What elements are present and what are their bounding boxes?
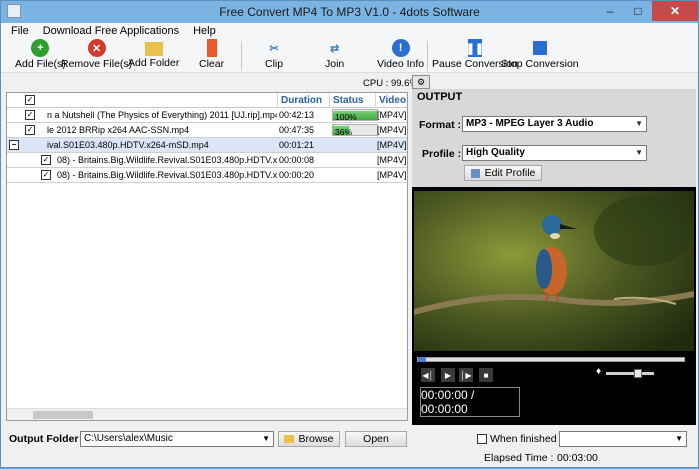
grid-header: ✓ Duration Status Video Fo [7,93,407,108]
profile-label: Profile : [422,148,462,160]
pause-icon: ❚❚ [466,39,484,57]
remove-icon: ✕ [87,39,106,57]
format-label: Format : [419,119,461,131]
col-status[interactable]: Status [329,93,375,108]
video-preview [414,191,694,351]
remove-files-button[interactable]: ✕ Remove File(s) [61,39,132,70]
select-all-checkbox[interactable]: ✓ [25,95,35,105]
when-finished-checkbox[interactable] [477,434,487,444]
elapsed-time-label: Elapsed Time : [484,452,554,464]
table-row[interactable]: ✓ 08) - Britains.Big.Wildlife.Revival.S0… [7,153,407,168]
seek-thumb[interactable] [418,357,426,362]
minimize-button[interactable]: – [596,1,624,21]
close-button[interactable]: ✕ [652,1,698,21]
edit-icon [470,168,480,178]
previous-frame-icon[interactable]: ◀│ [421,368,435,382]
seek-bar[interactable] [417,357,685,362]
folder-icon [284,435,295,443]
profile-select[interactable]: High Quality ▼ [462,145,647,161]
maximize-button[interactable]: □ [624,1,652,21]
collapse-toggle[interactable]: − [9,140,19,150]
add-folder-button[interactable]: Add Folder [128,39,179,69]
when-finished-label: When finished : [490,433,563,445]
add-files-button[interactable]: + Add File(s) [15,39,66,70]
row-checkbox[interactable]: ✓ [25,125,35,135]
progress-bar: 36% [332,124,378,136]
menu-download-free-applications[interactable]: Download Free Applications [43,25,179,37]
row-checkbox[interactable]: ✓ [41,170,51,180]
add-icon: + [31,39,50,57]
title-bar: Free Convert MP4 To MP3 V1.0 - 4dots Sof… [1,1,698,23]
output-folder-input[interactable]: C:\Users\alex\Music ▼ [80,431,274,447]
chevron-down-icon: ▼ [635,119,643,128]
main-window: Free Convert MP4 To MP3 V1.0 - 4dots Sof… [0,0,699,468]
table-row[interactable]: ✓ n a Nutshell (The Physics of Everythin… [7,108,407,123]
col-video-format[interactable]: Video Fo [375,93,407,108]
stop-icon[interactable]: ■ [479,368,493,382]
row-checkbox[interactable]: ✓ [41,155,51,165]
when-finished-select[interactable]: ▼ [559,431,687,447]
chevron-down-icon: ▼ [635,148,643,157]
output-folder-label: Output Folder : [9,433,85,445]
volume-slider[interactable] [606,369,654,378]
output-panel: OUTPUT Format : MP3 - MPEG Layer 3 Audio… [412,89,696,187]
bottom-bar: Output Folder : C:\Users\alex\Music ▼ Br… [1,429,698,469]
clear-button[interactable]: Clear [199,39,224,70]
stop-conversion-button[interactable]: Stop Conversion [501,39,579,70]
table-row[interactable]: − ival.S01E03.480p.HDTV.x264-mSD.mp4 00:… [7,138,407,153]
scrollbar-thumb[interactable] [33,411,93,419]
edit-profile-button[interactable]: Edit Profile [464,165,542,181]
format-select[interactable]: MP3 - MPEG Layer 3 Audio ▼ [462,116,647,132]
table-row[interactable]: ✓ le 2012 BRRip x264 AAC-SSN.mp4 00:47:3… [7,123,407,138]
progress-bar: 100% [332,109,378,121]
menu-file[interactable]: File [11,25,29,37]
next-frame-icon[interactable]: │▶ [459,368,473,382]
browse-button[interactable]: Browse [278,431,340,447]
info-icon: ! [391,39,410,57]
toolbar: + Add File(s) ✕ Remove File(s) Add Folde… [1,39,698,73]
clear-icon [206,39,217,57]
join-icon: ⇄ [330,42,340,55]
app-icon [7,4,21,18]
cpu-settings-button[interactable]: ⚙ [412,75,430,89]
play-icon[interactable]: ▶ [441,368,455,382]
video-player: ◀│ ▶ │▶ ■ ♦ 00:00:00 / 00:00:00 [412,187,696,425]
clip-button[interactable]: ✂ Clip [265,39,283,71]
chevron-down-icon: ▼ [675,434,683,443]
row-checkbox[interactable]: ✓ [25,110,35,120]
menu-bar: File Download Free Applications Help [1,23,698,39]
join-button[interactable]: ⇄ Join [325,39,344,71]
elapsed-time-value: 00:03:00 [557,452,598,464]
horizontal-scrollbar[interactable] [7,408,407,420]
chevron-down-icon: ▼ [262,434,270,443]
stop-icon [532,41,547,55]
volume-icon: ♦ [596,366,602,377]
kingfisher-image [414,191,694,351]
folder-icon [144,42,163,56]
clip-icon: ✂ [269,42,279,55]
time-display: 00:00:00 / 00:00:00 [420,387,520,417]
output-title: OUTPUT [417,91,463,103]
col-duration[interactable]: Duration [277,93,329,108]
file-grid: ✓ Duration Status Video Fo ✓ n a Nutshel… [6,92,408,421]
table-row[interactable]: ✓ 08) - Britains.Big.Wildlife.Revival.S0… [7,168,407,183]
window-title: Free Convert MP4 To MP3 V1.0 - 4dots Sof… [219,5,480,19]
video-info-button[interactable]: ! Video Info [377,39,424,70]
cpu-usage: CPU : 99.6% [363,78,418,89]
volume-thumb[interactable] [634,369,642,378]
menu-help[interactable]: Help [193,25,216,37]
open-button[interactable]: Open [345,431,407,447]
